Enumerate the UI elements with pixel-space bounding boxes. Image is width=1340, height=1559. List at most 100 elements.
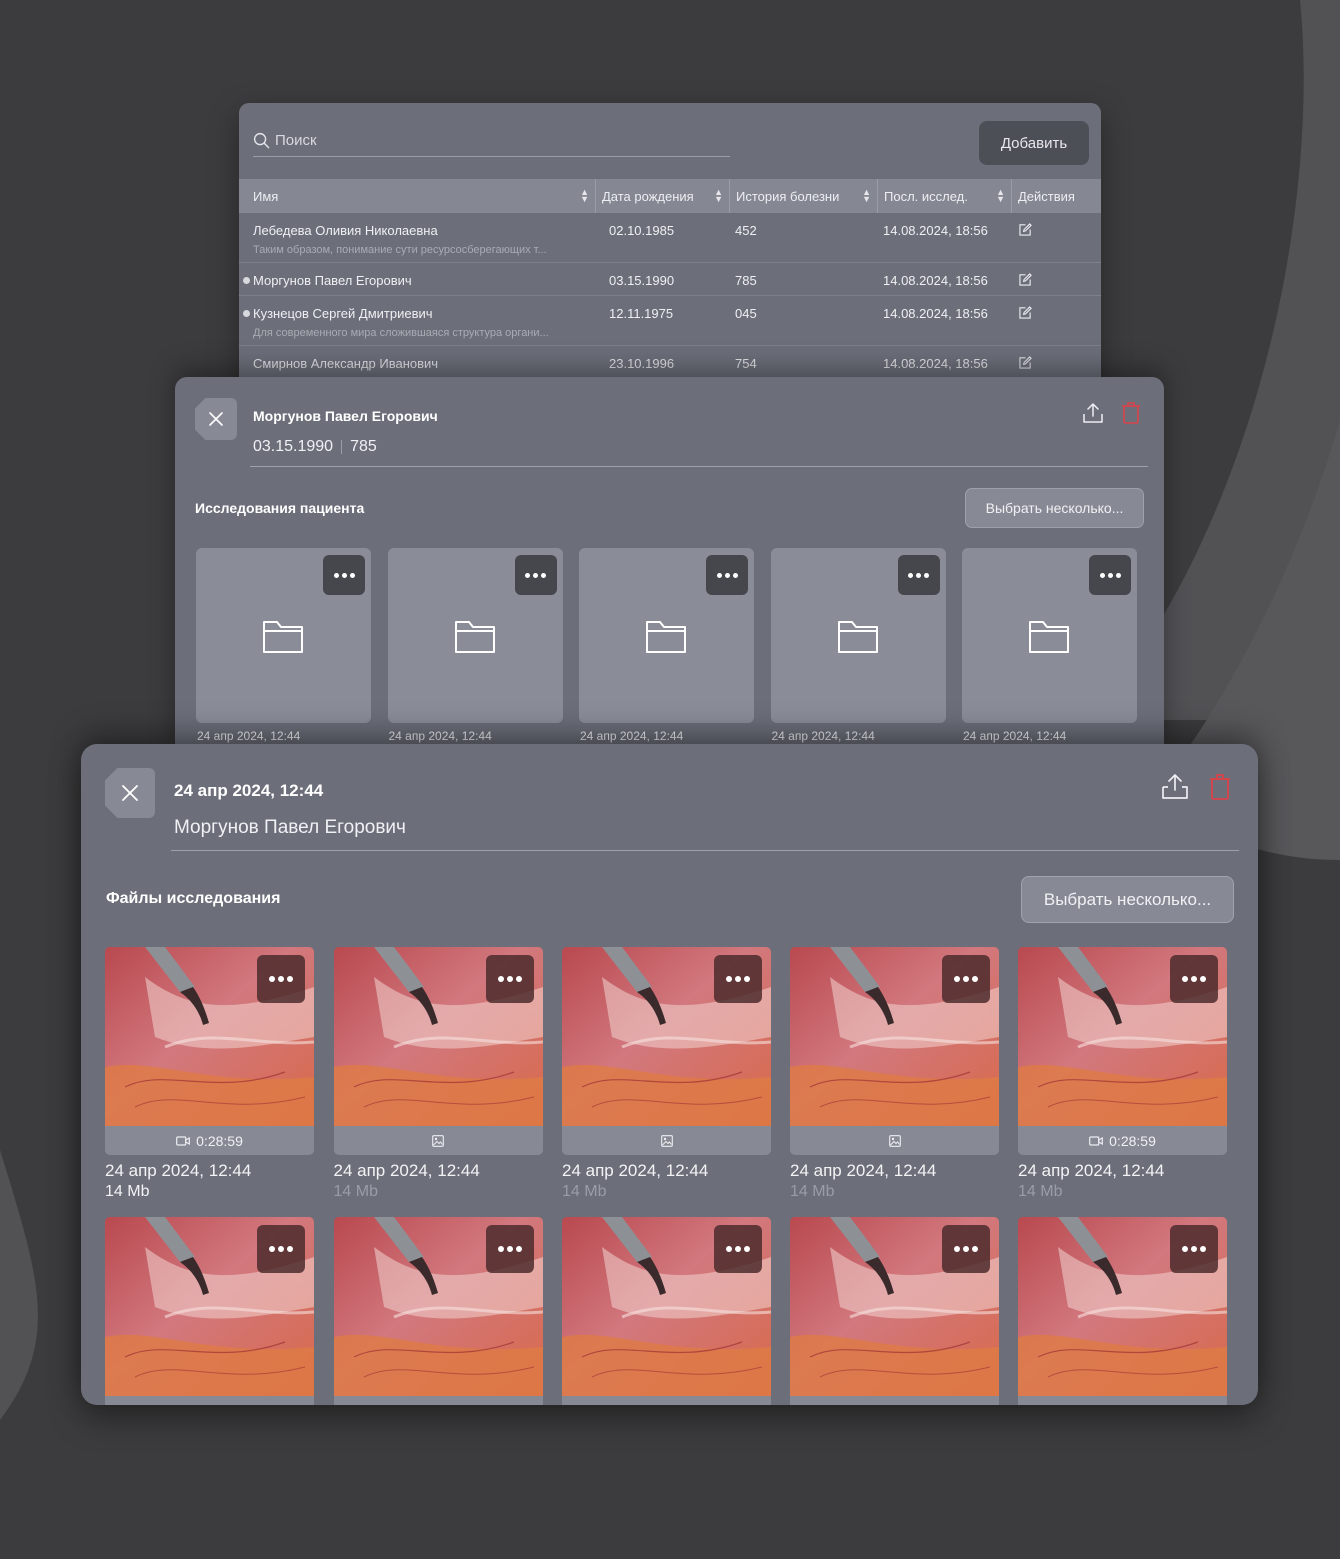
- sort-icon[interactable]: ▲ ▼: [996, 188, 1005, 204]
- upload-icon[interactable]: [1081, 401, 1105, 425]
- file-date: 24 апр 2024, 12:44: [562, 1161, 709, 1180]
- add-patient-button[interactable]: Добавить: [979, 121, 1089, 165]
- file-date: 24 апр 2024, 12:44: [1018, 1161, 1165, 1180]
- study-card[interactable]: [579, 548, 754, 723]
- last-study-cell: 14.08.2024, 18:56: [883, 306, 988, 321]
- trash-icon[interactable]: [1208, 773, 1232, 801]
- more-options-button[interactable]: [514, 555, 557, 595]
- more-options-button[interactable]: [942, 955, 990, 1003]
- more-dot-icon: [497, 976, 504, 982]
- upload-icon[interactable]: [1160, 773, 1190, 801]
- file-thumbnail[interactable]: [333, 1217, 543, 1396]
- more-dot-icon: [732, 572, 738, 578]
- more-options-button[interactable]: [942, 1225, 990, 1273]
- more-options-button[interactable]: [897, 555, 940, 595]
- file-card[interactable]: 24 апр 2024, 12:44 14 Mb: [333, 947, 543, 1201]
- file-size: 14 Mb: [562, 1183, 607, 1200]
- file-card[interactable]: [790, 1217, 999, 1405]
- file-card[interactable]: [1018, 1217, 1227, 1405]
- study-files-panel: 24 апр 2024, 12:44 Моргунов Павел Егоров…: [81, 744, 1258, 1405]
- more-options-button[interactable]: [706, 555, 748, 595]
- more-dot-icon: [735, 1246, 741, 1252]
- divider: [250, 466, 1148, 467]
- file-card[interactable]: [333, 1217, 543, 1405]
- study-date: 24 апр 2024, 12:44: [174, 781, 324, 800]
- file-thumbnail[interactable]: [105, 947, 314, 1126]
- column-header-name[interactable]: Имя ▲ ▼: [239, 179, 595, 213]
- file-thumbnail[interactable]: [1018, 1217, 1227, 1396]
- files-section-title: Файлы исследования: [106, 890, 281, 907]
- file-card[interactable]: [562, 1217, 771, 1405]
- file-date: 24 апр 2024, 12:44: [790, 1161, 937, 1180]
- video-duration: 0:28:59: [1109, 1132, 1156, 1149]
- more-dot-icon: [1200, 976, 1206, 982]
- more-dot-icon: [515, 1246, 522, 1252]
- study-date-label: 24 апр 2024, 12:44: [963, 729, 1067, 743]
- file-card[interactable]: [105, 1217, 314, 1405]
- image-icon: [888, 1134, 901, 1147]
- study-card[interactable]: [196, 548, 371, 723]
- file-type-bar: 0:28:59: [1018, 1126, 1227, 1155]
- more-options-button[interactable]: [485, 1225, 534, 1273]
- file-thumbnail[interactable]: [333, 947, 543, 1126]
- sort-icon[interactable]: ▲ ▼: [714, 188, 723, 204]
- table-row[interactable]: Лебедева Оливия Николаевна Таким образом,…: [239, 213, 1101, 263]
- file-type-bar: [105, 1396, 314, 1405]
- more-options-button[interactable]: [714, 955, 762, 1003]
- file-size: 14 Mb: [333, 1183, 378, 1200]
- study-date-label: 24 апр 2024, 12:44: [388, 729, 492, 743]
- file-size: 14 Mb: [105, 1183, 150, 1200]
- file-card[interactable]: 24 апр 2024, 12:44 14 Mb: [562, 947, 771, 1201]
- file-thumbnail[interactable]: [105, 1217, 314, 1396]
- file-thumbnail[interactable]: [562, 1217, 771, 1396]
- file-thumbnail[interactable]: [790, 1217, 999, 1396]
- more-options-button[interactable]: [257, 955, 305, 1003]
- column-header-birth-date[interactable]: Дата рождения ▲ ▼: [595, 179, 729, 213]
- patient-name-cell: Моргунов Павел Егорович: [239, 263, 595, 295]
- select-multiple-button[interactable]: Выбрать несколько...: [1021, 876, 1234, 923]
- table-row[interactable]: Моргунов Павел Егорович 03.15.1990 785 14.0…: [239, 263, 1101, 296]
- file-card[interactable]: 0:28:59 24 апр 2024, 12:44 14 Mb: [105, 947, 314, 1201]
- more-options-button[interactable]: [1170, 1225, 1218, 1273]
- column-header-history[interactable]: История болезни ▲ ▼: [729, 179, 877, 213]
- sort-icon[interactable]: ▲ ▼: [580, 188, 589, 204]
- select-multiple-button[interactable]: Выбрать несколько...: [965, 488, 1144, 528]
- table-row[interactable]: Кузнецов Сергей Дмитриевич Для современно…: [239, 296, 1101, 346]
- edit-icon[interactable]: [1019, 273, 1032, 286]
- study-card[interactable]: [387, 548, 563, 723]
- close-study-button[interactable]: [105, 768, 155, 818]
- patient-note: Таким образом, понимание сути ресурсосбе…: [253, 244, 547, 256]
- image-icon: [660, 1134, 673, 1147]
- file-thumbnail[interactable]: [790, 947, 999, 1126]
- patients-table-panel: Добавить Имя ▲▼ Дата рождения ▲▼ История…: [239, 103, 1101, 403]
- study-card[interactable]: [770, 548, 946, 723]
- more-dot-icon: [533, 572, 538, 578]
- close-patient-button[interactable]: [195, 398, 237, 440]
- search-field[interactable]: [253, 125, 730, 157]
- more-options-button[interactable]: [323, 555, 365, 595]
- trash-icon[interactable]: [1120, 401, 1142, 425]
- study-card[interactable]: [962, 548, 1137, 723]
- edit-icon[interactable]: [1019, 306, 1032, 319]
- file-card[interactable]: 24 апр 2024, 12:44 14 Mb: [790, 947, 999, 1201]
- edit-icon[interactable]: [1019, 223, 1032, 236]
- more-dot-icon: [726, 1246, 732, 1252]
- sort-icon[interactable]: ▲ ▼: [862, 188, 871, 204]
- patient-panel: Моргунов Павел Егорович 03.15.1990 785 И…: [175, 377, 1164, 757]
- file-type-bar: [562, 1126, 771, 1155]
- more-options-button[interactable]: [1089, 555, 1131, 595]
- file-card[interactable]: 0:28:59 24 апр 2024, 12:44 14 Mb: [1018, 947, 1227, 1201]
- table-header: Имя ▲ ▼ Дата рождения ▲ ▼ История болезни …: [239, 179, 1101, 213]
- more-dot-icon: [726, 976, 732, 982]
- divider: [341, 440, 343, 454]
- more-options-button[interactable]: [485, 955, 534, 1003]
- last-study-cell: 14.08.2024, 18:56: [883, 273, 988, 288]
- search-input[interactable]: [275, 132, 715, 149]
- more-dot-icon: [506, 1246, 513, 1252]
- more-options-button[interactable]: [257, 1225, 305, 1273]
- file-thumbnail[interactable]: [1018, 947, 1227, 1126]
- more-options-button[interactable]: [714, 1225, 762, 1273]
- column-header-last-study[interactable]: Посл. исслед. ▲ ▼: [877, 179, 1011, 213]
- more-options-button[interactable]: [1170, 955, 1218, 1003]
- file-thumbnail[interactable]: [562, 947, 771, 1126]
